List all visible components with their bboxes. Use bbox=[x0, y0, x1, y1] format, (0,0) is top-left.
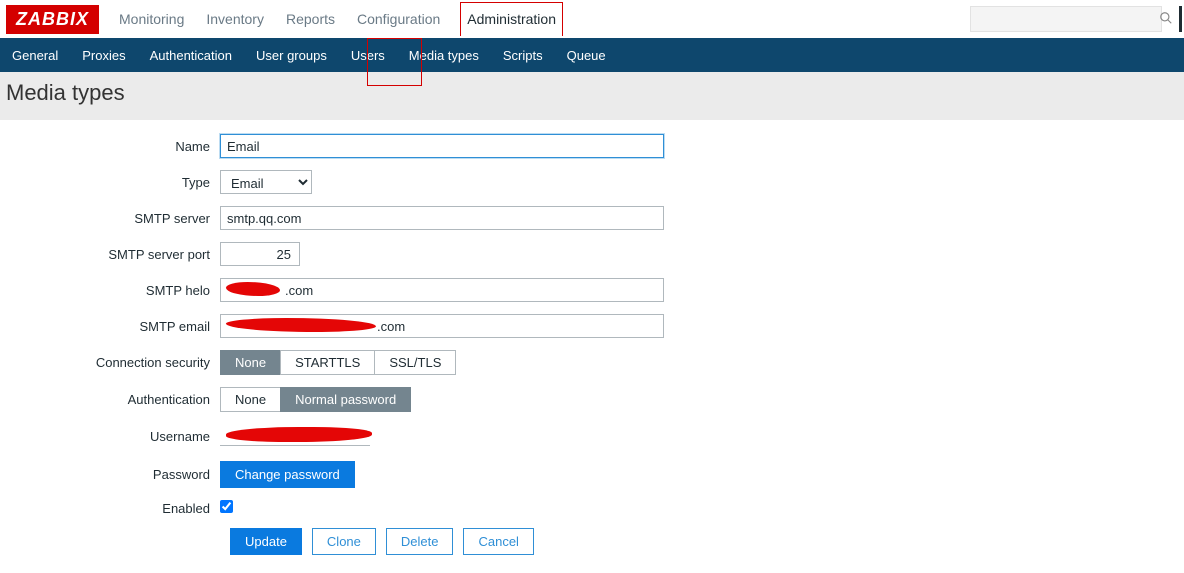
smtp-server-input[interactable] bbox=[220, 206, 664, 230]
update-button[interactable]: Update bbox=[230, 528, 302, 555]
label-auth: Authentication bbox=[6, 392, 220, 407]
change-password-button[interactable]: Change password bbox=[220, 461, 355, 488]
auth-none[interactable]: None bbox=[220, 387, 281, 412]
subnav-mediatypes[interactable]: Media types bbox=[397, 39, 491, 72]
zabbix-logo[interactable]: ZABBIX bbox=[6, 5, 99, 34]
right-edge-bar bbox=[1179, 6, 1182, 32]
delete-button[interactable]: Delete bbox=[386, 528, 454, 555]
redaction-username bbox=[226, 427, 372, 442]
nav-administration[interactable]: Administration bbox=[460, 2, 563, 36]
label-smtp-port: SMTP server port bbox=[6, 247, 220, 262]
auth-normal[interactable]: Normal password bbox=[280, 387, 411, 412]
subnav-proxies[interactable]: Proxies bbox=[70, 39, 137, 72]
enabled-checkbox[interactable] bbox=[220, 500, 233, 513]
subnav-general[interactable]: General bbox=[0, 39, 70, 72]
nav-reports[interactable]: Reports bbox=[284, 2, 337, 36]
search-box bbox=[970, 6, 1162, 32]
search-icon[interactable] bbox=[1159, 11, 1173, 28]
subnav-queue[interactable]: Queue bbox=[555, 39, 618, 72]
nav-inventory[interactable]: Inventory bbox=[204, 2, 266, 36]
nav-configuration[interactable]: Configuration bbox=[355, 2, 442, 36]
name-input[interactable] bbox=[220, 134, 664, 158]
label-name: Name bbox=[6, 139, 220, 154]
action-buttons: Update Clone Delete Cancel bbox=[230, 528, 1184, 555]
subnav-scripts[interactable]: Scripts bbox=[491, 39, 555, 72]
label-conn-sec: Connection security bbox=[6, 355, 220, 370]
search-input[interactable] bbox=[971, 12, 1159, 27]
page-header-area: Media types bbox=[0, 72, 1184, 120]
smtp-helo-input[interactable] bbox=[220, 278, 664, 302]
conn-sec-none[interactable]: None bbox=[220, 350, 281, 375]
label-enabled: Enabled bbox=[6, 501, 220, 516]
top-nav: Monitoring Inventory Reports Configurati… bbox=[117, 2, 563, 36]
clone-button[interactable]: Clone bbox=[312, 528, 376, 555]
label-smtp-email: SMTP email bbox=[6, 319, 220, 334]
label-password: Password bbox=[6, 467, 220, 482]
top-bar: ZABBIX Monitoring Inventory Reports Conf… bbox=[0, 0, 1184, 38]
label-type: Type bbox=[6, 175, 220, 190]
conn-sec-starttls[interactable]: STARTTLS bbox=[280, 350, 375, 375]
auth-segment: None Normal password bbox=[220, 387, 411, 412]
smtp-port-input[interactable] bbox=[220, 242, 300, 266]
nav-monitoring[interactable]: Monitoring bbox=[117, 2, 186, 36]
conn-security-segment: None STARTTLS SSL/TLS bbox=[220, 350, 456, 375]
conn-sec-ssltls[interactable]: SSL/TLS bbox=[374, 350, 456, 375]
label-smtp-helo: SMTP helo bbox=[6, 283, 220, 298]
subnav-authentication[interactable]: Authentication bbox=[138, 39, 244, 72]
subnav-usergroups[interactable]: User groups bbox=[244, 39, 339, 72]
sub-nav: General Proxies Authentication User grou… bbox=[0, 38, 1184, 72]
form-content: Name Type Email SMTP server SMTP server … bbox=[6, 120, 1184, 573]
type-select[interactable]: Email bbox=[220, 170, 312, 194]
label-smtp-server: SMTP server bbox=[6, 211, 220, 226]
subnav-users[interactable]: Users bbox=[339, 39, 397, 72]
label-username: Username bbox=[6, 429, 220, 444]
cancel-button[interactable]: Cancel bbox=[463, 528, 533, 555]
page-title: Media types bbox=[6, 80, 1184, 106]
